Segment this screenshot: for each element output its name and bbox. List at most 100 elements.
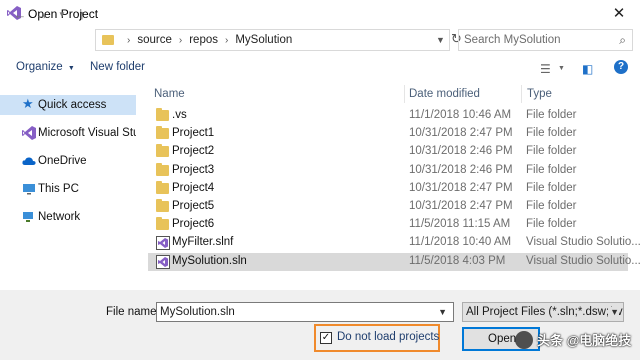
chevron-down-icon: ▼ (58, 9, 66, 19)
file-row[interactable]: Project2 10/31/2018 2:46 PM File folder (148, 143, 628, 161)
sidebar-item-onedrive[interactable]: OneDrive (0, 151, 136, 171)
help-icon[interactable]: ? (614, 60, 628, 74)
back-button[interactable]: ← (12, 6, 28, 22)
sidebar-item-visual-studio[interactable]: Microsoft Visual Stud (0, 123, 136, 143)
recent-locations-button[interactable]: ▼ (54, 6, 70, 22)
file-name-label: File name: (106, 306, 160, 318)
file-type: File folder (526, 127, 577, 140)
new-folder-button[interactable]: New folder (90, 61, 145, 73)
forward-button[interactable]: → (34, 6, 50, 22)
file-date: 11/1/2018 10:46 AM (409, 109, 512, 121)
breadcrumb-repos[interactable]: repos (189, 34, 218, 46)
do-not-load-projects-checkbox[interactable]: ✓ (320, 332, 332, 344)
close-button[interactable]: ✕ (607, 3, 631, 23)
file-date: 11/1/2018 10:40 AM (409, 236, 512, 249)
chevron-down-icon: ▼ (67, 65, 75, 72)
folder-icon (102, 35, 114, 45)
folder-icon (156, 108, 169, 121)
sidebar-item-quick-access[interactable]: ★ Quick access (0, 95, 136, 115)
sidebar-item-label: This PC (38, 183, 79, 195)
file-row[interactable]: Project6 11/5/2018 11:15 AM File folder (148, 216, 628, 234)
file-type: File folder (526, 200, 577, 212)
back-arrow-icon: ← (13, 6, 27, 22)
column-header-type[interactable]: Type (527, 85, 552, 103)
column-divider[interactable] (404, 85, 405, 103)
breadcrumb: › source › repos › MySolution (120, 34, 292, 46)
file-row[interactable]: Project4 10/31/2018 2:47 PM File folder (148, 180, 628, 198)
address-dropdown-icon[interactable]: ▼ (436, 35, 445, 45)
watermark-logo (515, 330, 533, 349)
chevron-down-icon[interactable]: ▼ (438, 307, 447, 317)
file-date: 11/5/2018 4:03 PM (409, 254, 506, 267)
up-arrow-icon: ↑ (78, 6, 86, 22)
computer-icon (23, 184, 35, 195)
cloud-icon (22, 157, 36, 165)
address-bar[interactable]: › source › repos › MySolution (95, 29, 450, 51)
file-name-input[interactable]: MySolution.sln ▼ (156, 302, 454, 322)
organize-button[interactable]: Organize ▼ (16, 61, 75, 73)
file-name: MySolution.sln (172, 254, 247, 267)
file-date: 10/31/2018 2:47 PM (409, 200, 513, 212)
file-type: File folder (526, 109, 577, 121)
chevron-down-icon[interactable]: ▼ (558, 65, 565, 72)
search-input[interactable]: Search MySolution ⌕ (458, 29, 633, 51)
do-not-load-projects-label[interactable]: Do not load projects (337, 331, 439, 343)
preview-pane-icon[interactable]: ◧ (582, 62, 593, 76)
file-date: 11/5/2018 11:15 AM (409, 218, 511, 231)
file-name: Project1 (172, 127, 215, 140)
file-type: File folder (526, 181, 577, 194)
sidebar-item-network[interactable]: Network (0, 207, 136, 227)
file-name-value: MySolution.sln (160, 306, 235, 318)
watermark-text: 头条 @电脑绝技 (537, 333, 632, 348)
breadcrumb-mysolution[interactable]: MySolution (235, 34, 292, 46)
sidebar-item-this-pc[interactable]: This PC (0, 179, 136, 199)
chevron-right-icon: › (127, 34, 131, 46)
solution-file-icon (156, 236, 170, 251)
checkmark-icon: ✓ (321, 332, 331, 343)
file-row[interactable]: Project1 10/31/2018 2:47 PM File folder (148, 125, 628, 143)
network-icon (23, 212, 33, 222)
sidebar-item-label: OneDrive (38, 155, 87, 167)
file-name: Project2 (172, 145, 215, 158)
column-divider[interactable] (521, 85, 522, 103)
star-icon: ★ (22, 96, 34, 111)
visual-studio-icon (22, 126, 36, 140)
file-name: .vs (172, 109, 187, 121)
file-type-select[interactable]: All Project Files (*.sln;*.dsw;*.vcw ▼ (462, 302, 624, 322)
folder-icon (156, 217, 169, 231)
sidebar-item-label: Microsoft Visual Stud (38, 127, 136, 139)
chevron-down-icon: ▼ (608, 307, 619, 317)
chevron-right-icon: › (225, 34, 229, 46)
breadcrumb-source[interactable]: source (137, 34, 172, 46)
folder-icon (156, 162, 169, 176)
file-type: Visual Studio Solutio... (526, 254, 640, 267)
file-type: File folder (526, 145, 577, 158)
forward-arrow-icon: → (35, 6, 49, 22)
file-row[interactable]: MySolution.sln 11/5/2018 4:03 PM Visual St… (148, 252, 640, 271)
view-options-icon[interactable]: ☰ (540, 62, 551, 76)
file-type: File folder (526, 163, 577, 176)
column-header-date[interactable]: Date modified (409, 85, 480, 103)
folder-icon (156, 199, 169, 212)
file-row[interactable]: Project5 10/31/2018 2:47 PM File folder (148, 198, 628, 216)
file-name: Project6 (172, 218, 215, 231)
search-icon: ⌕ (619, 33, 626, 47)
file-name: MyFilter.slnf (172, 236, 234, 249)
file-date: 10/31/2018 2:47 PM (409, 181, 513, 194)
file-row[interactable]: .vs 11/1/2018 10:46 AM File folder (148, 107, 628, 125)
file-row[interactable]: MyFilter.slnf 11/1/2018 10:40 AM Visual St… (148, 234, 640, 252)
organize-label: Organize (16, 61, 63, 73)
file-type: Visual Studio Solutio... (526, 236, 640, 249)
file-type-value: All Project Files (*.sln;*.dsw;*.vcw (466, 306, 624, 318)
sidebar-item-label: Quick access (38, 99, 107, 111)
file-date: 10/31/2018 2:47 PM (409, 127, 513, 140)
file-name: Project5 (172, 200, 215, 212)
up-button[interactable]: ↑ (74, 6, 90, 22)
file-date: 10/31/2018 2:46 PM (409, 145, 513, 158)
solution-file-icon (156, 254, 170, 269)
chevron-right-icon: › (178, 34, 183, 46)
file-date: 10/31/2018 2:46 PM (409, 163, 513, 176)
file-row[interactable]: Project3 10/31/2018 2:46 PM File folder (148, 162, 628, 180)
file-name: Project4 (172, 181, 215, 194)
column-header-name[interactable]: Name (154, 85, 185, 103)
